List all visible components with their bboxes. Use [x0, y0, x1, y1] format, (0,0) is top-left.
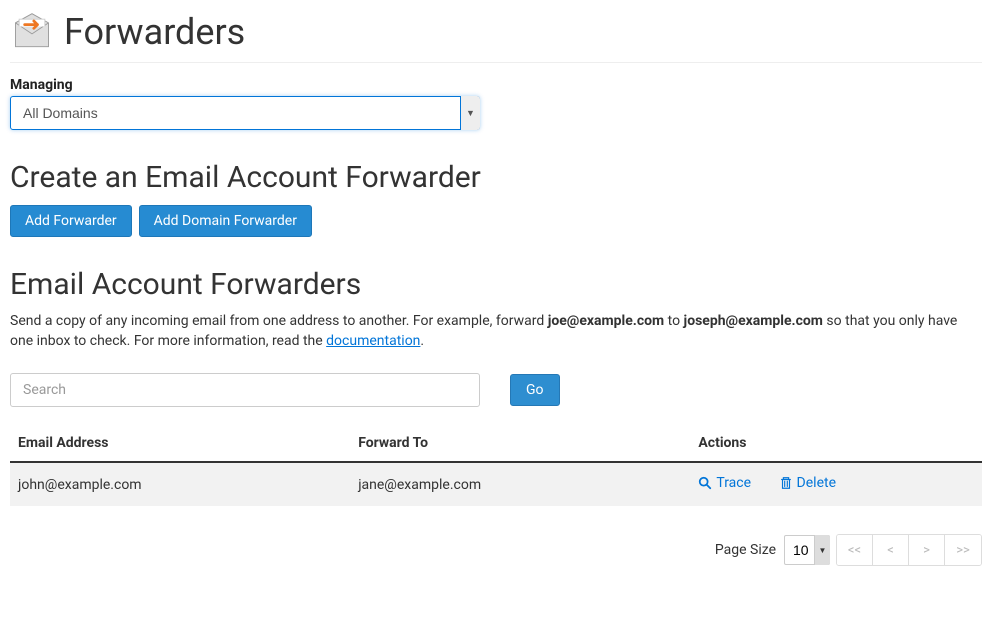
page-size-label: Page Size: [715, 542, 776, 558]
trace-link[interactable]: Trace: [698, 475, 751, 491]
col-forward-to: Forward To: [350, 425, 690, 462]
add-forwarder-button[interactable]: Add Forwarder: [10, 205, 132, 237]
managing-select[interactable]: All Domains: [10, 96, 480, 130]
delete-link[interactable]: Delete: [779, 475, 836, 491]
page-title: Forwarders: [64, 11, 245, 53]
table-row: john@example.com jane@example.com Trace …: [10, 462, 982, 506]
pagination: Page Size 10 ▼ << < > >>: [10, 534, 982, 566]
managing-label: Managing: [10, 77, 982, 93]
create-section-title: Create an Email Account Forwarder: [10, 160, 982, 195]
trash-icon: [779, 476, 793, 490]
page-header: Forwarders: [10, 10, 982, 63]
search-input[interactable]: [10, 373, 480, 407]
managing-select-wrapper: All Domains ▼: [10, 96, 480, 130]
page-size-select[interactable]: 10: [784, 535, 830, 565]
col-actions: Actions: [690, 425, 982, 462]
forwarders-table: Email Address Forward To Actions john@ex…: [10, 425, 982, 506]
documentation-link[interactable]: documentation: [326, 333, 420, 349]
pager-prev[interactable]: <: [873, 535, 909, 565]
col-email: Email Address: [10, 425, 350, 462]
search-icon: [698, 476, 712, 490]
pager-last[interactable]: >>: [945, 535, 981, 565]
cell-forward-to: jane@example.com: [350, 462, 690, 506]
create-button-row: Add Forwarder Add Domain Forwarder: [10, 205, 982, 237]
forwarders-icon: [10, 10, 54, 54]
page-size-select-wrapper: 10 ▼: [784, 535, 830, 565]
pager-next[interactable]: >: [909, 535, 945, 565]
list-description: Send a copy of any incoming email from o…: [10, 312, 982, 351]
go-button[interactable]: Go: [510, 374, 560, 406]
pager-first[interactable]: <<: [837, 535, 873, 565]
list-section-title: Email Account Forwarders: [10, 267, 982, 302]
pager: << < > >>: [836, 534, 982, 566]
add-domain-forwarder-button[interactable]: Add Domain Forwarder: [139, 205, 312, 237]
search-row: Go: [10, 373, 982, 407]
cell-email: john@example.com: [10, 462, 350, 506]
cell-actions: Trace Delete: [690, 462, 982, 506]
